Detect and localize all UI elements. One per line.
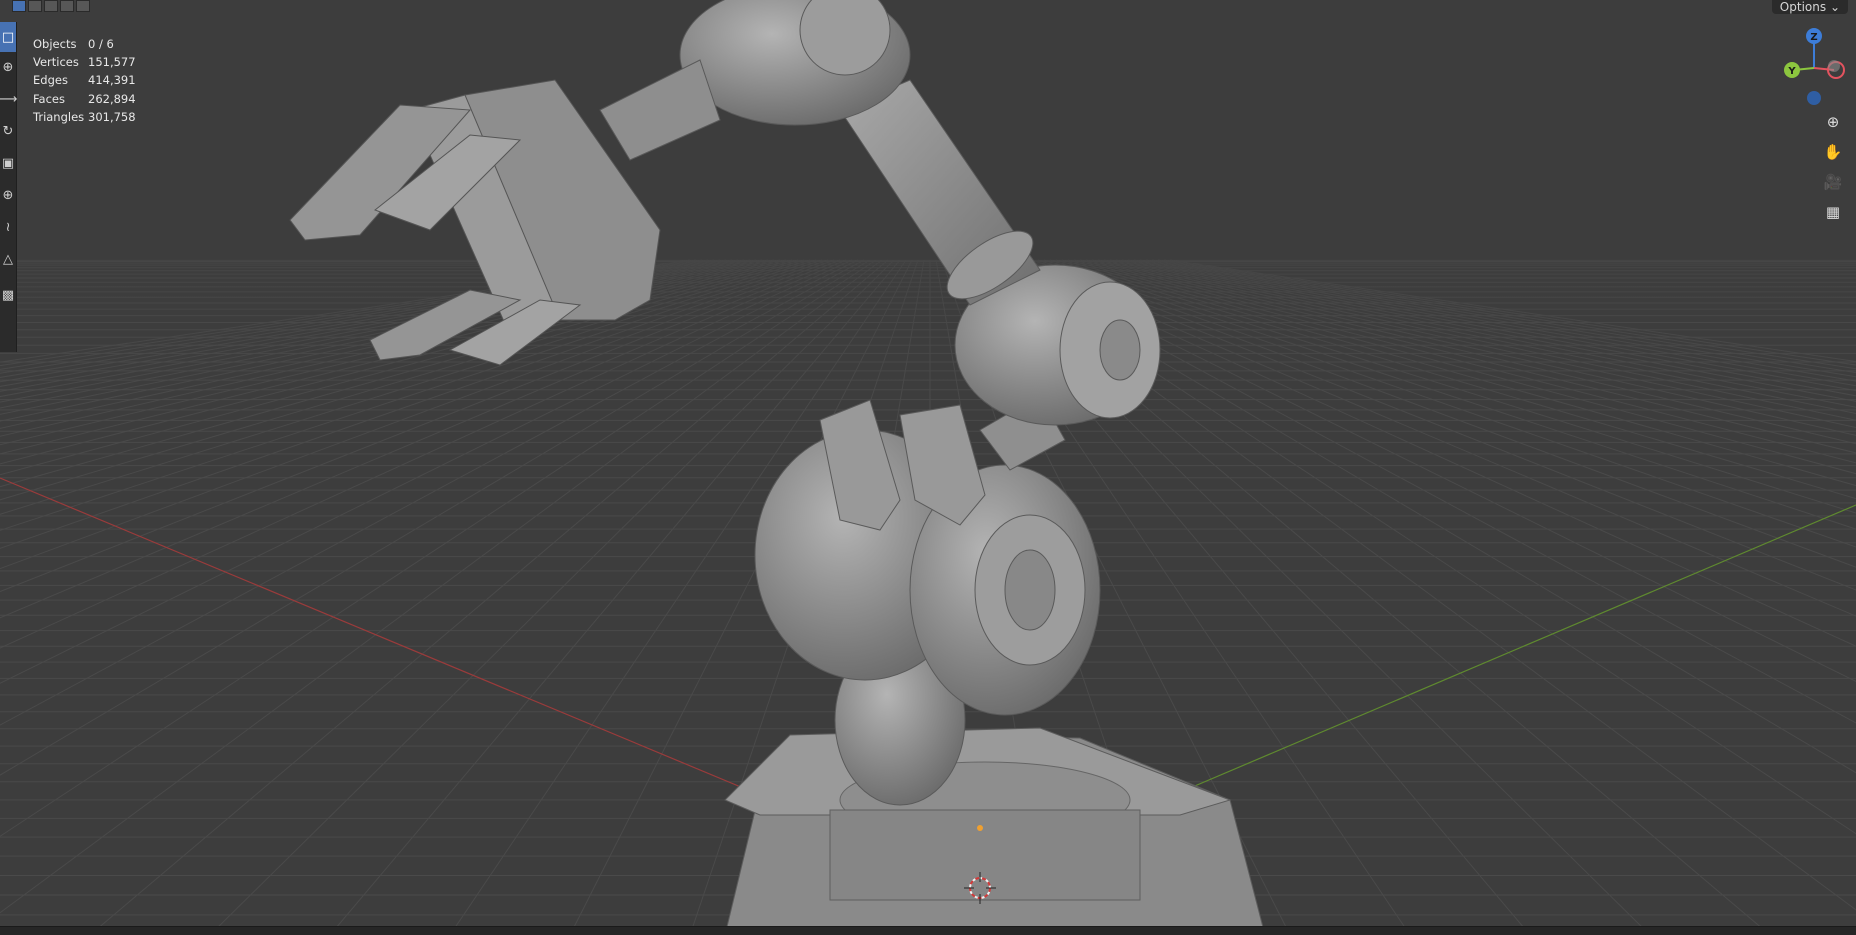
measure-icon[interactable]: △ (0, 244, 16, 274)
z-axis-label: Z (1810, 32, 1817, 43)
stat-row: Faces 262,894 (33, 90, 136, 108)
3d-viewport[interactable] (0, 0, 1856, 935)
stat-label: Objects (33, 37, 77, 51)
viewport-grid (0, 0, 1856, 935)
statistics-overlay: Objects 0 / 6 Vertices 151,577 Edges 414,39… (33, 35, 136, 126)
stat-value: 301,758 (88, 109, 136, 124)
select-new-icon[interactable] (12, 0, 26, 12)
select-intersect-icon[interactable] (76, 0, 90, 12)
scale-icon[interactable]: ▣ (0, 148, 16, 178)
options-label: Options (1779, 0, 1827, 14)
move-icon[interactable]: ⟶ (0, 84, 17, 114)
neg-z-axis-handle (1807, 91, 1821, 105)
y-axis-label: Y (1787, 66, 1796, 77)
hand-icon[interactable]: ✋ (1820, 140, 1846, 164)
camera-icon[interactable]: 🎥 (1820, 170, 1846, 194)
stat-value: 151,577 (88, 55, 136, 70)
stat-value: 262,894 (88, 91, 136, 106)
stat-label: Faces (33, 91, 65, 106)
y-axis-line (1149, 504, 1856, 806)
stat-row: Vertices 151,577 (33, 53, 136, 71)
select-subtract-icon[interactable] (44, 0, 58, 12)
select-extend-icon[interactable] (28, 0, 42, 12)
zoom-icon[interactable]: ⊕ (1820, 110, 1846, 134)
cursor-icon[interactable]: ⊕ (0, 52, 16, 82)
add-cube-icon[interactable]: ▩ (0, 280, 16, 310)
object-origin (977, 825, 983, 831)
x-axis-dot (1828, 60, 1840, 72)
stat-label: Edges (33, 73, 68, 88)
select-box-icon[interactable]: □ (0, 22, 16, 52)
stat-value: 0 / 6 (88, 37, 114, 51)
stat-row: Edges 414,391 (33, 71, 136, 89)
stat-label: Triangles (33, 109, 85, 124)
select-invert-icon[interactable] (60, 0, 74, 12)
x-axis-line (0, 477, 761, 796)
tool-shelf: □ ⊕ ⟶ ↻ ▣ ⊕ ≀ △ ▩ (0, 22, 17, 352)
viewport-header: Options ⌄ (0, 0, 1856, 14)
annotate-icon[interactable]: ≀ (0, 212, 16, 242)
stat-row: Objects 0 / 6 (33, 35, 136, 53)
grid-view-icon[interactable]: ▦ (1820, 200, 1846, 224)
transform-icon[interactable]: ⊕ (0, 180, 16, 210)
rotate-icon[interactable]: ↻ (0, 116, 16, 146)
options-dropdown[interactable]: Options ⌄ (1771, 0, 1848, 14)
select-mode-group (12, 0, 90, 12)
stat-row: Triangles 301,758 (33, 108, 136, 126)
status-bar (0, 926, 1856, 935)
stat-label: Vertices (33, 55, 79, 70)
chevron-down-icon: ⌄ (1829, 0, 1840, 14)
stat-value: 414,391 (88, 73, 136, 88)
navigation-gizmo[interactable]: Z Y (1746, 20, 1856, 120)
